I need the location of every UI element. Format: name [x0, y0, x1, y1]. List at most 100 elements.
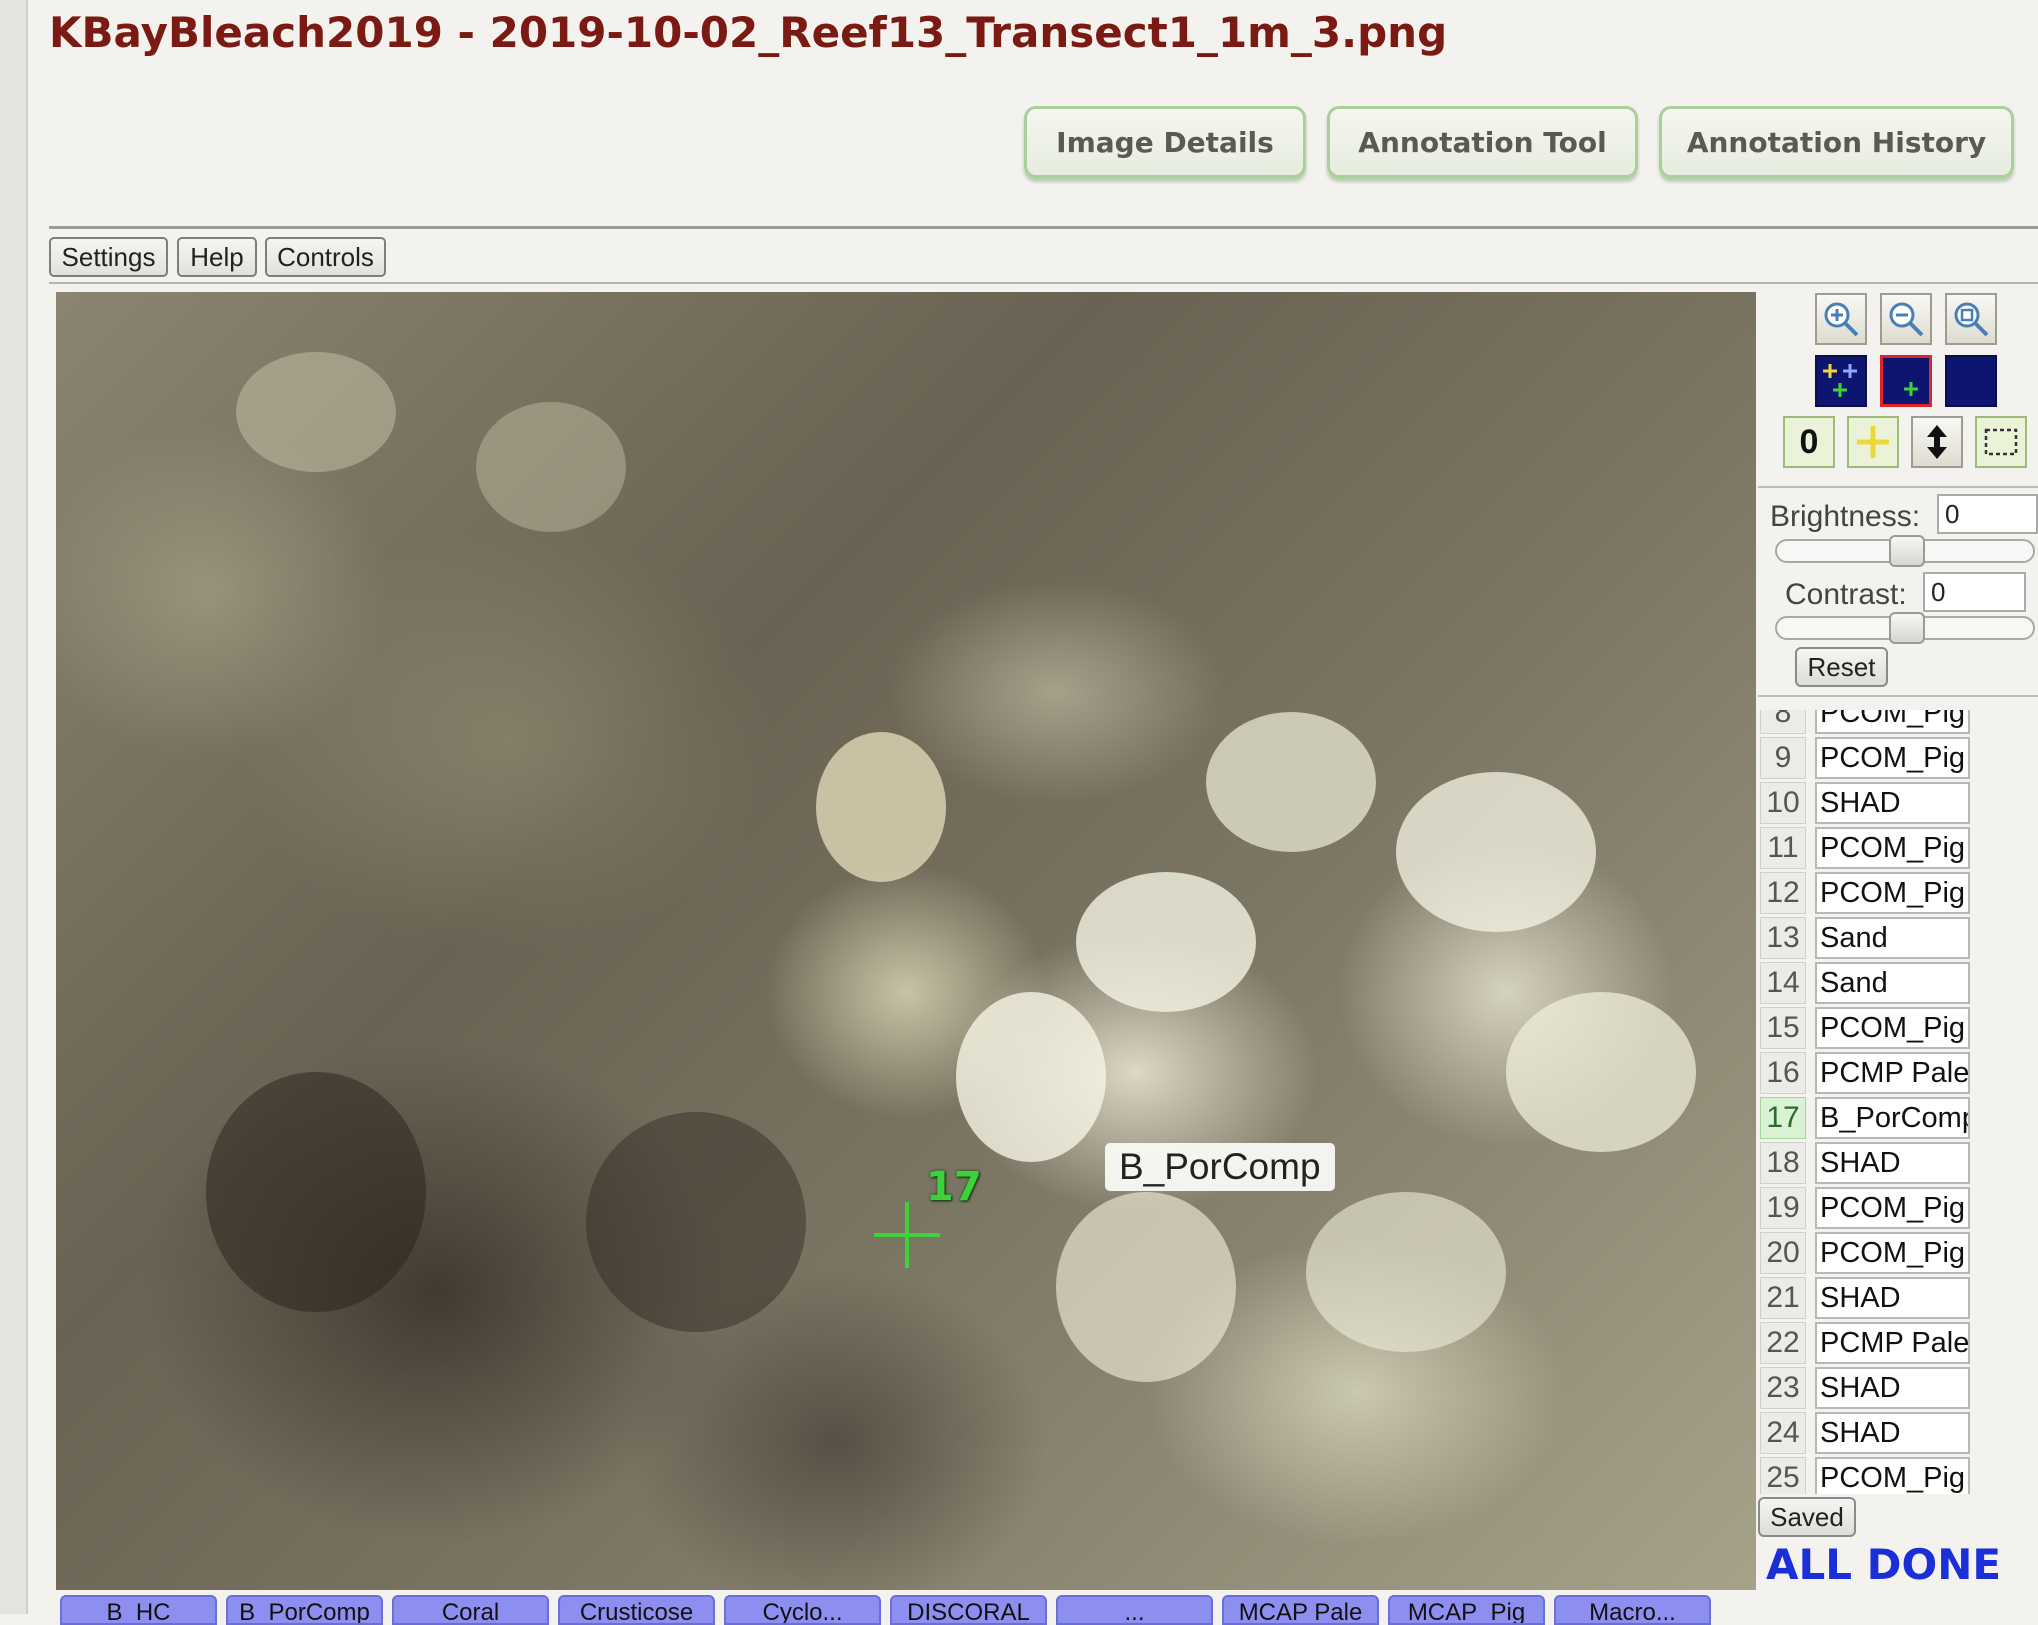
point-number: 9 [1760, 737, 1806, 779]
point-number: 23 [1760, 1367, 1806, 1409]
point-number: 14 [1760, 962, 1806, 1004]
controls-button[interactable]: Controls [265, 237, 386, 277]
coral-highlight [1076, 872, 1256, 1012]
point-number: 22 [1760, 1322, 1806, 1364]
reset-button[interactable]: Reset [1795, 647, 1888, 687]
contrast-label: Contrast: [1785, 578, 1907, 611]
coral-highlight [1056, 1192, 1236, 1382]
point-label-field[interactable]: SHAD [1815, 1142, 1970, 1184]
point-label-field[interactable]: PCOM_Pig [1815, 710, 1970, 734]
label-button[interactable]: Crusticose [558, 1595, 715, 1625]
menu-divider [49, 282, 2038, 284]
annotation-image-canvas[interactable]: 17 B_PorComp [56, 292, 1756, 1590]
annotation-tool-button[interactable]: Annotation Tool [1327, 106, 1638, 178]
label-button[interactable]: Cyclo... [724, 1595, 881, 1625]
point-number: 19 [1760, 1187, 1806, 1229]
point-label-field[interactable]: Sand [1815, 962, 1970, 1004]
all-done-status: ALL DONE [1766, 1540, 2002, 1589]
point-label-field[interactable]: PCOM_Pig [1815, 827, 1970, 869]
adjust-divider [1758, 695, 2038, 697]
label-button[interactable]: DISCORAL [890, 1595, 1047, 1625]
brightness-label: Brightness: [1770, 500, 1921, 533]
point-label-field[interactable]: SHAD [1815, 1277, 1970, 1319]
point-number: 24 [1760, 1412, 1806, 1454]
selected-point-icon[interactable] [1880, 355, 1932, 407]
toolbar-divider [1758, 486, 2038, 488]
image-details-button[interactable]: Image Details [1024, 106, 1306, 178]
point-row[interactable]: 23 SHAD [1758, 1367, 2038, 1411]
point-row[interactable]: 8 PCOM_Pig [1758, 710, 2038, 736]
move-icon[interactable] [1911, 416, 1963, 468]
brightness-slider-handle[interactable] [1889, 535, 1925, 567]
point-label-field[interactable]: PCOM_Pig [1815, 1457, 1970, 1494]
header-divider [49, 226, 2038, 229]
hide-points-icon[interactable] [1945, 355, 1997, 407]
annotation-history-button[interactable]: Annotation History [1659, 106, 2014, 178]
point-row[interactable]: 9 PCOM_Pig [1758, 737, 2038, 781]
coral-highlight [1306, 1192, 1506, 1352]
point-row[interactable]: 17 B_PorComp [1758, 1097, 2038, 1141]
point-row[interactable]: 15 PCOM_Pig [1758, 1007, 2038, 1051]
point-row[interactable]: 24 SHAD [1758, 1412, 2038, 1456]
point-list[interactable]: 8 PCOM_Pig 9 PCOM_Pig 10 SHAD 11 PCOM_Pig 12 PCOM… [1758, 710, 2038, 1494]
point-number: 12 [1760, 872, 1806, 914]
label-button[interactable]: MCAP_Pig [1388, 1595, 1545, 1625]
point-row[interactable]: 22 PCMP Pale [1758, 1322, 2038, 1366]
zoom-out-icon[interactable] [1880, 293, 1932, 345]
zoom-fit-icon[interactable] [1945, 293, 1997, 345]
point-number: 11 [1760, 827, 1806, 869]
rectangle-select-icon[interactable] [1975, 416, 2027, 468]
coral-highlight [1506, 992, 1696, 1152]
coral-highlight [1206, 712, 1376, 852]
point-label-field[interactable]: B_PorComp [1815, 1097, 1970, 1139]
point-number: 16 [1760, 1052, 1806, 1094]
label-button[interactable]: B_HC [60, 1595, 217, 1625]
label-button[interactable]: B_PorComp [226, 1595, 383, 1625]
coral-highlight [236, 352, 396, 472]
point-row[interactable]: 10 SHAD [1758, 782, 2038, 826]
point-row[interactable]: 16 PCMP Pale [1758, 1052, 2038, 1096]
point-label-field[interactable]: PCOM_Pig [1815, 872, 1970, 914]
zero-button[interactable]: 0 [1783, 416, 1835, 468]
point-row[interactable]: 21 SHAD [1758, 1277, 2038, 1321]
point-row[interactable]: 11 PCOM_Pig [1758, 827, 2038, 871]
point-label-field[interactable]: PCOM_Pig [1815, 1232, 1970, 1274]
point-label-field[interactable]: PCOM_Pig [1815, 1187, 1970, 1229]
crosshair-toggle-icon[interactable] [1847, 416, 1899, 468]
point-label-field[interactable]: SHAD [1815, 782, 1970, 824]
coral-highlight [476, 402, 626, 532]
point-label-field[interactable]: PCMP Pale [1815, 1052, 1970, 1094]
label-button[interactable]: Coral [392, 1595, 549, 1625]
saved-button: Saved [1758, 1497, 1856, 1537]
label-button[interactable]: ... [1056, 1595, 1213, 1625]
contrast-input[interactable] [1923, 572, 2026, 612]
point-label-field[interactable]: PCOM_Pig [1815, 1007, 1970, 1049]
label-button[interactable]: Macro... [1554, 1595, 1711, 1625]
point-number: 21 [1760, 1277, 1806, 1319]
contrast-slider[interactable] [1775, 612, 2035, 644]
label-button[interactable]: MCAP Pale [1222, 1595, 1379, 1625]
point-row[interactable]: 18 SHAD [1758, 1142, 2038, 1186]
point-label-field[interactable]: PCMP Pale [1815, 1322, 1970, 1364]
point-label-field[interactable]: SHAD [1815, 1412, 1970, 1454]
page-title: KBayBleach2019 - 2019-10-02_Reef13_Trans… [49, 8, 1448, 57]
point-label-field[interactable]: PCOM_Pig [1815, 737, 1970, 779]
left-edge-bar [0, 0, 28, 1614]
brightness-slider[interactable] [1775, 535, 2035, 567]
point-label-field[interactable]: Sand [1815, 917, 1970, 959]
point-row[interactable]: 13 Sand [1758, 917, 2038, 961]
point-crosshair[interactable] [874, 1202, 940, 1268]
zoom-in-icon[interactable] [1815, 293, 1867, 345]
show-all-points-icon[interactable] [1815, 355, 1867, 407]
point-row[interactable]: 19 PCOM_Pig [1758, 1187, 2038, 1231]
point-row[interactable]: 14 Sand [1758, 962, 2038, 1006]
settings-button[interactable]: Settings [49, 237, 168, 277]
shadow-area [206, 1072, 426, 1312]
point-row[interactable]: 25 PCOM_Pig [1758, 1457, 2038, 1494]
point-label-field[interactable]: SHAD [1815, 1367, 1970, 1409]
contrast-slider-handle[interactable] [1889, 612, 1925, 644]
brightness-input[interactable] [1937, 494, 2038, 534]
help-button[interactable]: Help [177, 237, 257, 277]
point-row[interactable]: 12 PCOM_Pig [1758, 872, 2038, 916]
point-row[interactable]: 20 PCOM_Pig [1758, 1232, 2038, 1276]
